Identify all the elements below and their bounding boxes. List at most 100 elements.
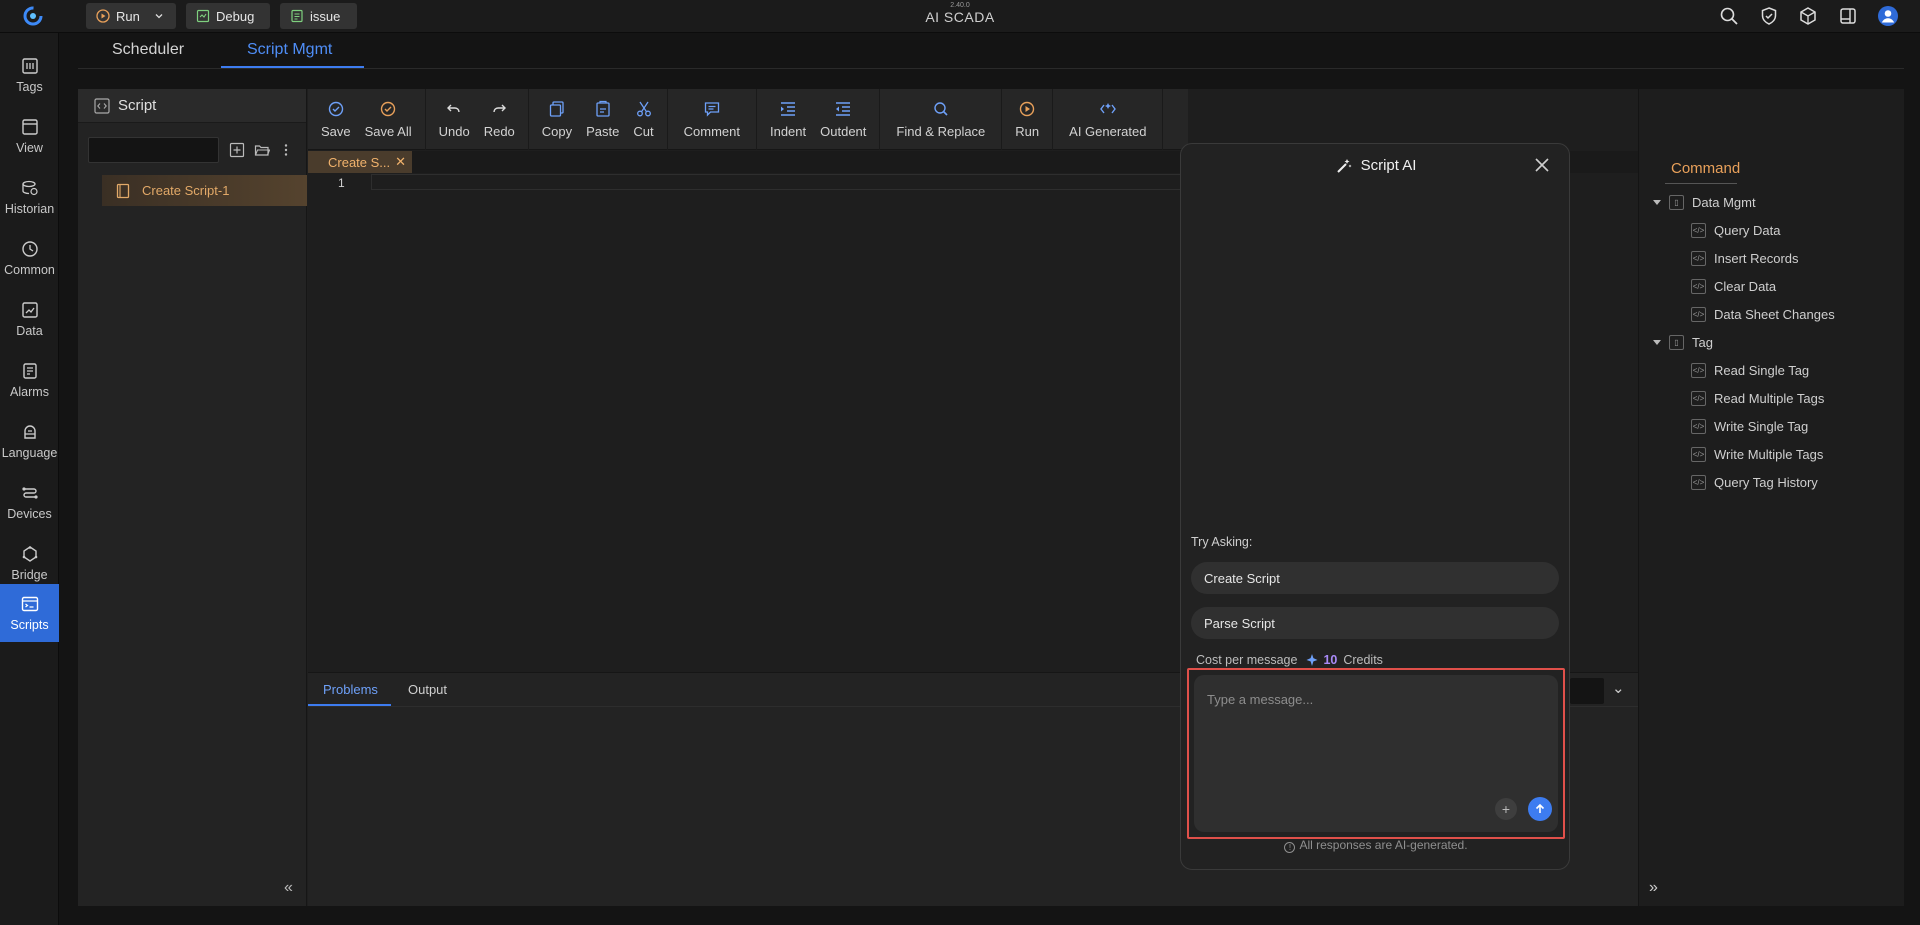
ai-disclaimer: ! All responses are AI-generated. — [1181, 838, 1571, 853]
add-attachment-button[interactable]: + — [1495, 798, 1517, 820]
paste-button[interactable]: Paste — [579, 89, 626, 150]
collapse-right-icon[interactable]: » — [1649, 879, 1658, 897]
close-icon[interactable] — [1533, 156, 1551, 174]
command-item-query-data[interactable]: </> Query Data — [1691, 223, 1780, 238]
script-ai-header: Script AI — [1181, 157, 1571, 174]
folder-open-icon[interactable] — [253, 141, 271, 159]
command-item-label: Query Tag History — [1714, 475, 1818, 490]
shield-check-icon[interactable] — [1758, 5, 1780, 27]
user-avatar-icon[interactable] — [1877, 5, 1899, 27]
command-group-label: Tag — [1692, 335, 1713, 350]
package-icon[interactable] — [1797, 5, 1819, 27]
cut-button[interactable]: Cut — [626, 89, 660, 150]
tab-problems[interactable]: Problems — [323, 682, 378, 697]
tab-scheduler[interactable]: Scheduler — [112, 41, 184, 59]
more-vertical-icon[interactable] — [277, 141, 295, 159]
command-item-data-sheet-changes[interactable]: </> Data Sheet Changes — [1691, 307, 1835, 322]
message-input-highlight: Type a message... + — [1187, 668, 1565, 839]
left-sidebar: Tags View Historian Common Data Alarms L… — [0, 33, 59, 925]
command-title-underline — [1665, 183, 1737, 184]
script-item-label: Create Script-1 — [142, 183, 230, 198]
code-icon: </> — [1691, 475, 1706, 490]
outdent-icon — [836, 102, 851, 116]
script-ai-title: Script AI — [1360, 157, 1417, 174]
send-button[interactable] — [1528, 797, 1552, 821]
undo-icon — [447, 104, 460, 113]
save-button[interactable]: Save — [314, 89, 358, 150]
sidebar-item-language[interactable]: Language — [0, 412, 59, 470]
problems-filter-input[interactable] — [1570, 678, 1604, 704]
indent-button[interactable]: Indent — [763, 89, 813, 150]
top-bar: Run Debug issue 2.40.0 AI SCADA — [0, 0, 1920, 33]
suggestion-parse-script[interactable]: Parse Script — [1191, 607, 1559, 639]
sidebar-item-historian[interactable]: Historian — [0, 168, 59, 226]
command-item-label: Read Multiple Tags — [1714, 391, 1825, 406]
command-item-query-tag-history[interactable]: </> Query Tag History — [1691, 475, 1818, 490]
script-search-input[interactable] — [88, 137, 219, 163]
panel-layout-icon[interactable] — [1837, 5, 1859, 27]
command-item-read-multiple-tags[interactable]: </> Read Multiple Tags — [1691, 391, 1824, 406]
search-icon[interactable] — [1718, 5, 1740, 27]
tab-output[interactable]: Output — [408, 682, 447, 697]
add-script-icon[interactable] — [228, 141, 246, 159]
active-tab-indicator — [308, 704, 391, 706]
script-panel: Script Create Script-1 — [78, 89, 307, 906]
command-group-tag[interactable]: ▯ Tag — [1653, 335, 1713, 350]
sidebar-item-scripts[interactable]: Scripts — [0, 584, 59, 642]
code-icon: </> — [1691, 279, 1706, 294]
command-item-read-single-tag[interactable]: </> Read Single Tag — [1691, 363, 1809, 378]
sparkle-icon — [1306, 654, 1318, 666]
editor-tab-create-script[interactable]: Create S... ✕ — [308, 151, 412, 173]
command-item-clear-data[interactable]: </> Clear Data — [1691, 279, 1776, 294]
save-label: Save — [321, 124, 351, 139]
language-icon — [23, 424, 36, 439]
command-item-insert-records[interactable]: </> Insert Records — [1691, 251, 1799, 266]
redo-button[interactable]: Redo — [477, 89, 522, 150]
sidebar-item-devices[interactable]: Devices — [0, 473, 59, 531]
copy-button[interactable]: Copy — [535, 89, 579, 150]
sidebar-item-data[interactable]: Data — [0, 290, 59, 348]
sidebar-item-common[interactable]: Common — [0, 229, 59, 287]
app-version: 2.40.0 — [950, 2, 970, 9]
comment-button[interactable]: Comment — [674, 89, 750, 150]
arrow-up-icon — [1535, 803, 1545, 813]
suggestion-create-script[interactable]: Create Script — [1191, 562, 1559, 594]
message-input[interactable]: Type a message... + — [1194, 675, 1558, 832]
sidebar-item-view[interactable]: View — [0, 107, 59, 165]
script-panel-title: Script — [118, 97, 157, 114]
outdent-button[interactable]: Outdent — [813, 89, 873, 150]
paste-icon — [596, 100, 610, 117]
command-item-label: Query Data — [1714, 223, 1781, 238]
group-icon: ▯ — [1669, 195, 1684, 210]
sidebar-item-label: Alarms — [10, 384, 49, 399]
find-replace-button[interactable]: Find & Replace — [886, 89, 995, 150]
sidebar-item-alarms[interactable]: Alarms — [0, 351, 59, 409]
sidebar-item-tags[interactable]: Tags — [0, 46, 59, 104]
line-number: 1 — [338, 176, 345, 190]
editor-toolbar: Save Save All Undo Redo Copy Paste Cut C… — [308, 89, 1188, 150]
scripts-icon — [21, 596, 38, 611]
scissors-icon — [636, 101, 651, 117]
command-item-write-multiple-tags[interactable]: </> Write Multiple Tags — [1691, 447, 1823, 462]
collapse-left-icon[interactable]: « — [284, 879, 293, 897]
run-script-button[interactable]: Run — [1008, 89, 1046, 150]
sidebar-item-label: Historian — [4, 201, 55, 216]
command-group-data-mgmt[interactable]: ▯ Data Mgmt — [1653, 195, 1756, 210]
script-item-create-script-1[interactable]: Create Script-1 — [102, 175, 307, 206]
caret-down-icon[interactable] — [1653, 200, 1661, 205]
tab-script-mgmt[interactable]: Script Mgmt — [247, 41, 332, 59]
redo-icon — [493, 104, 507, 113]
close-icon[interactable]: ✕ — [395, 154, 406, 170]
play-circle-icon — [1020, 101, 1035, 117]
caret-down-icon[interactable] — [1653, 340, 1661, 345]
command-item-label: Clear Data — [1714, 279, 1777, 294]
sidebar-item-label: Scripts — [10, 617, 49, 632]
undo-button[interactable]: Undo — [432, 89, 477, 150]
command-item-label: Write Multiple Tags — [1714, 447, 1824, 462]
command-item-write-single-tag[interactable]: </> Write Single Tag — [1691, 419, 1808, 434]
indent-icon — [781, 102, 796, 116]
chevron-double-down-icon[interactable]: ⌄ — [1612, 679, 1625, 697]
ai-generated-button[interactable]: AI Generated — [1059, 89, 1156, 150]
active-tab-indicator — [221, 66, 364, 68]
save-all-button[interactable]: Save All — [358, 89, 419, 150]
